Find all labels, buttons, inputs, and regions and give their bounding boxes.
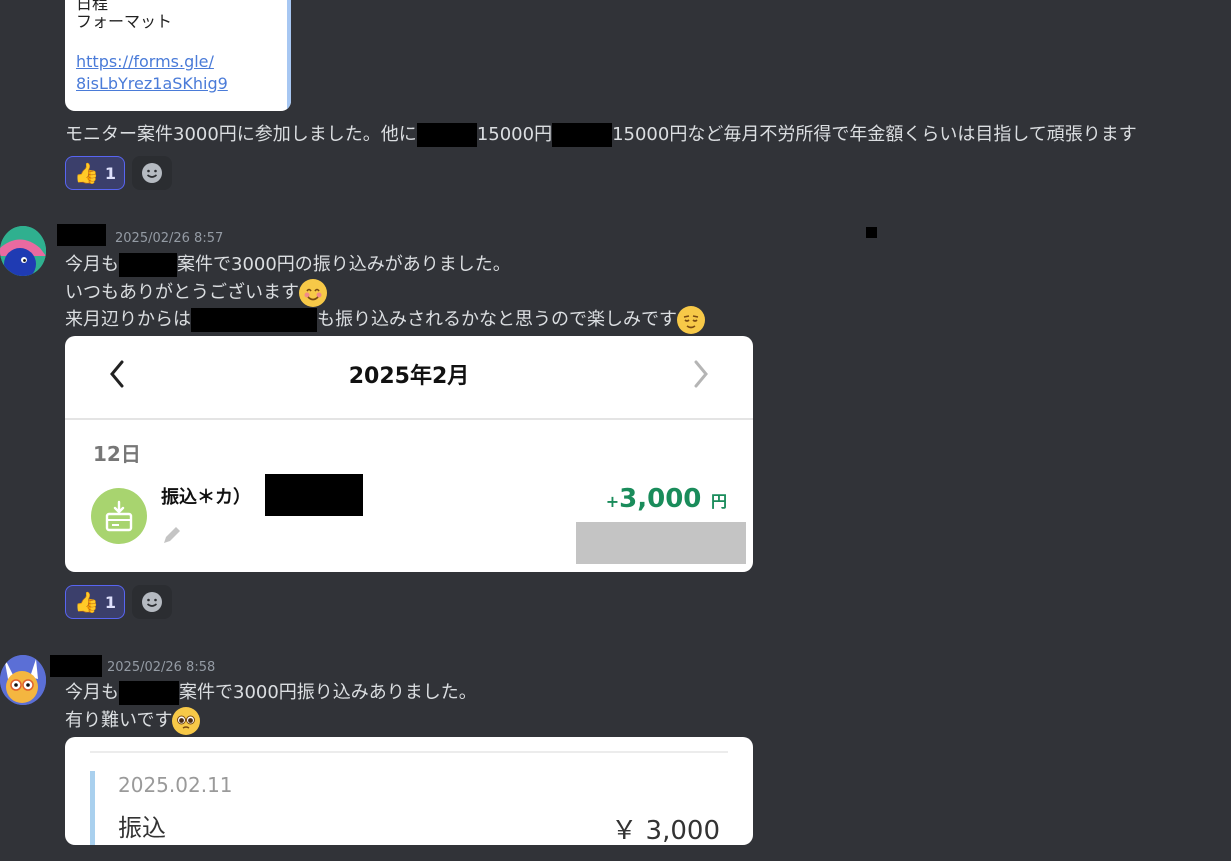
redacted-payer — [265, 474, 363, 516]
transaction-amount: +3,000 円 — [605, 484, 727, 514]
entry-amount: ￥ 3,000 — [611, 816, 720, 845]
embed-accent-bar — [287, 0, 291, 111]
redacted-text — [119, 253, 177, 277]
message-timestamp: 2025/02/26 8:58 — [107, 660, 216, 675]
embed-format-label: フォーマット — [76, 12, 173, 31]
reaction-count: 1 — [104, 163, 117, 183]
message-line: 今月も 案件で3000円の振り込みがありました。 — [65, 253, 511, 277]
thumbs-up-reaction[interactable]: 👍 1 — [65, 156, 126, 190]
redacted-username[interactable] — [50, 655, 102, 677]
message-line: 有り難いです — [65, 707, 201, 735]
smiling-blush-emoji-icon — [299, 279, 327, 307]
bank-statement-image-2[interactable]: 2025.02.11 振込 ￥ 3,000 — [65, 737, 753, 845]
message-line: 来月辺りからは も振り込みされるかなと思うので楽しみです — [65, 306, 705, 334]
redacted-text — [552, 123, 613, 147]
month-header: 2025年2月 — [65, 336, 753, 420]
month-title: 2025年2月 — [348, 364, 470, 389]
form-embed-card: 日程 フォーマット https://forms.gle/ 8isLbYrez1a… — [65, 0, 291, 111]
thumbs-up-reaction[interactable]: 👍 1 — [65, 585, 126, 619]
chevron-right-icon[interactable] — [691, 359, 711, 389]
character-avatar-icon — [0, 655, 46, 705]
transfer-icon — [91, 488, 147, 544]
smiley-icon — [142, 592, 162, 612]
reaction-count: 1 — [104, 592, 117, 612]
avatar[interactable] — [0, 226, 46, 276]
redacted-text — [416, 123, 477, 147]
redacted-mark — [866, 227, 877, 238]
entry-accent-bar — [90, 771, 95, 845]
thumbs-up-icon: 👍 — [74, 161, 99, 185]
pencil-icon[interactable] — [161, 524, 183, 546]
entry-date: 2025.02.11 — [118, 773, 233, 797]
relieved-face-emoji-icon — [677, 306, 705, 334]
divider-line — [90, 751, 728, 753]
pleading-face-emoji-icon — [172, 707, 201, 735]
bank-statement-image-1[interactable]: 2025年2月 12日 振込＊カ） +3,000 円 — [65, 336, 753, 572]
avatar[interactable] — [0, 655, 46, 705]
add-reaction-button[interactable] — [132, 585, 172, 619]
redacted-text — [191, 308, 317, 332]
redacted-username[interactable] — [57, 224, 106, 246]
transaction-day: 12日 — [93, 442, 141, 466]
thumbs-up-icon: 👍 — [74, 590, 99, 614]
form-link[interactable]: https://forms.gle/ 8isLbYrez1aSKhig9 — [76, 51, 228, 95]
character-avatar-icon — [0, 226, 46, 276]
message-line: いつもありがとうございます — [65, 279, 327, 307]
message-text: モニター案件3000円に参加しました。他に 15000円 15000円など毎月不労所… — [65, 123, 1137, 147]
message-line: 今月も 案件で3000円振り込みありました。 — [65, 681, 477, 705]
redacted-balance — [576, 522, 746, 564]
smiley-icon — [142, 163, 162, 183]
entry-type: 振込 — [118, 814, 166, 842]
message-timestamp: 2025/02/26 8:57 — [115, 231, 224, 246]
add-reaction-button[interactable] — [132, 156, 172, 190]
redacted-text — [119, 681, 179, 705]
transaction-description: 振込＊カ） — [161, 487, 251, 508]
